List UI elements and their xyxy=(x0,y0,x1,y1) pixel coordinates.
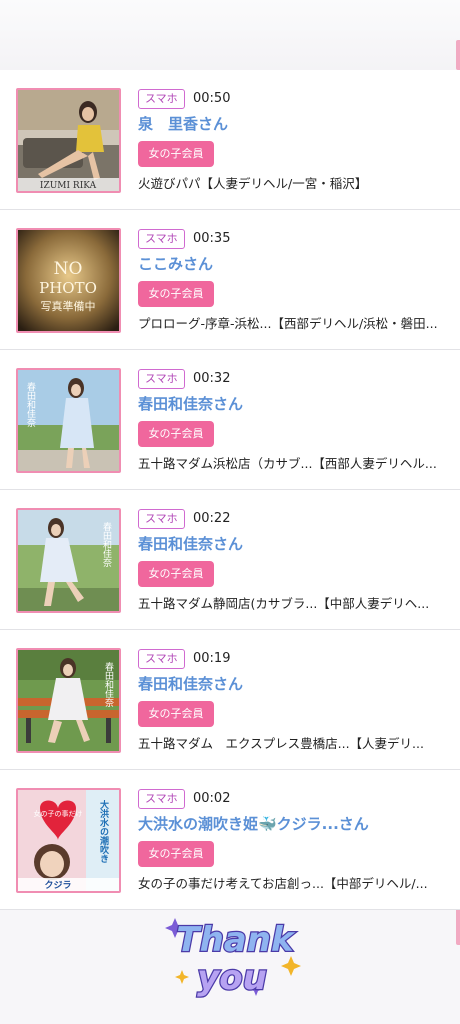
thumb-sub: 写真準備中 xyxy=(41,299,96,313)
access-time: 00:22 xyxy=(193,511,231,526)
shop-name: プロローグ-序章-浜松...【西部デリヘル/浜松・磐田... xyxy=(138,316,438,331)
device-badge: スマホ xyxy=(138,229,185,249)
device-badge: スマホ xyxy=(138,369,185,389)
list-item[interactable]: NO PHOTO 写真準備中 スマホ 00:35 ここみさん 女の子会員 プロロ… xyxy=(0,210,460,350)
list-item[interactable]: 春田和佳奈 スマホ 00:32 春田和佳奈さん 女の子会員 五十路マダム浜松店（… xyxy=(0,350,460,490)
thank-text: Thank xyxy=(176,920,296,960)
member-badge: 女の子会員 xyxy=(138,141,214,167)
girl-name-link[interactable]: 大洪水の潮吹き姫🐳クジラ...さん xyxy=(138,813,369,835)
access-time: 00:32 xyxy=(193,371,231,386)
thank-you-banner: Thank you xyxy=(160,905,310,1005)
device-badge: スマホ xyxy=(138,509,185,529)
list-item[interactable]: 春田和佳奈 スマホ 00:22 春田和佳奈さん 女の子会員 五十路マダム静岡店(… xyxy=(0,490,460,630)
shop-name: 火遊びパパ【人妻デリヘル/一宮・稲沢】 xyxy=(138,176,368,191)
thumb-caption: クジラ xyxy=(44,880,71,891)
profile-photo[interactable]: NO PHOTO 写真準備中 xyxy=(16,228,121,333)
access-time: 00:50 xyxy=(193,91,231,106)
you-text: you xyxy=(197,958,267,998)
device-badge: スマホ xyxy=(138,789,185,809)
access-time: 00:19 xyxy=(193,651,231,666)
thumb-caption: IZUMI RIKA xyxy=(40,181,97,191)
profile-photo[interactable]: 春田和佳奈 xyxy=(16,368,121,473)
list-item[interactable]: IZUMI RIKA スマホ 00:50 泉 里香さん 女の子会員 火遊びパパ【… xyxy=(0,70,460,210)
list-item[interactable]: 春田和佳奈 スマホ 00:19 春田和佳奈さん 女の子会員 五十路マダム エクス… xyxy=(0,630,460,770)
shop-name: 五十路マダム浜松店（カサブ...【西部人妻デリヘル... xyxy=(138,456,437,471)
header-band xyxy=(0,0,460,70)
member-badge: 女の子会員 xyxy=(138,281,214,307)
thumb-vertical-name: 春田和佳奈 xyxy=(25,381,36,427)
girl-name-link[interactable]: 春田和佳奈さん xyxy=(138,393,243,415)
access-history-list: IZUMI RIKA スマホ 00:50 泉 里香さん 女の子会員 火遊びパパ【… xyxy=(0,70,460,910)
scroll-indicator xyxy=(456,40,460,70)
girl-name-link[interactable]: 春田和佳奈さん xyxy=(138,673,243,695)
member-badge: 女の子会員 xyxy=(138,701,214,727)
profile-photo[interactable]: 女の子の事だけ クジラ 大洪水の潮吹き xyxy=(16,788,121,893)
shop-name: 五十路マダム エクスプレス豊橋店...【人妻デリ... xyxy=(138,736,424,751)
svg-text:女の子の事だけ: 女の子の事だけ xyxy=(34,809,83,818)
profile-photo[interactable]: 春田和佳奈 xyxy=(16,508,121,613)
member-badge: 女の子会員 xyxy=(138,561,214,587)
profile-photo[interactable]: 春田和佳奈 xyxy=(16,648,121,753)
svg-text:大洪水の潮吹き: 大洪水の潮吹き xyxy=(98,799,109,863)
girl-name-link[interactable]: 春田和佳奈さん xyxy=(138,533,243,555)
scroll-indicator-bottom xyxy=(456,905,460,945)
list-item[interactable]: 女の子の事だけ クジラ 大洪水の潮吹き スマホ 00:02 大洪水の潮吹き姫🐳ク… xyxy=(0,770,460,910)
girl-name-link[interactable]: ここみさん xyxy=(138,253,213,275)
device-badge: スマホ xyxy=(138,89,185,109)
access-time: 00:35 xyxy=(193,231,231,246)
thumb-vertical-name: 春田和佳奈 xyxy=(101,521,112,567)
girl-name-link[interactable]: 泉 里香さん xyxy=(138,113,228,135)
thumb-vertical-name: 春田和佳奈 xyxy=(103,661,114,707)
shop-name: 五十路マダム静岡店(カサブラ...【中部人妻デリヘ... xyxy=(138,596,430,611)
profile-photo[interactable]: IZUMI RIKA xyxy=(16,88,121,193)
device-badge: スマホ xyxy=(138,649,185,669)
shop-name: 女の子の事だけ考えてお店創っ...【中部デリヘル/... xyxy=(138,876,428,891)
thumb-caption-line1: NO xyxy=(54,259,83,279)
access-time: 00:02 xyxy=(193,791,231,806)
member-badge: 女の子会員 xyxy=(138,421,214,447)
thumb-caption-line2: PHOTO xyxy=(39,279,97,297)
member-badge: 女の子会員 xyxy=(138,841,214,867)
